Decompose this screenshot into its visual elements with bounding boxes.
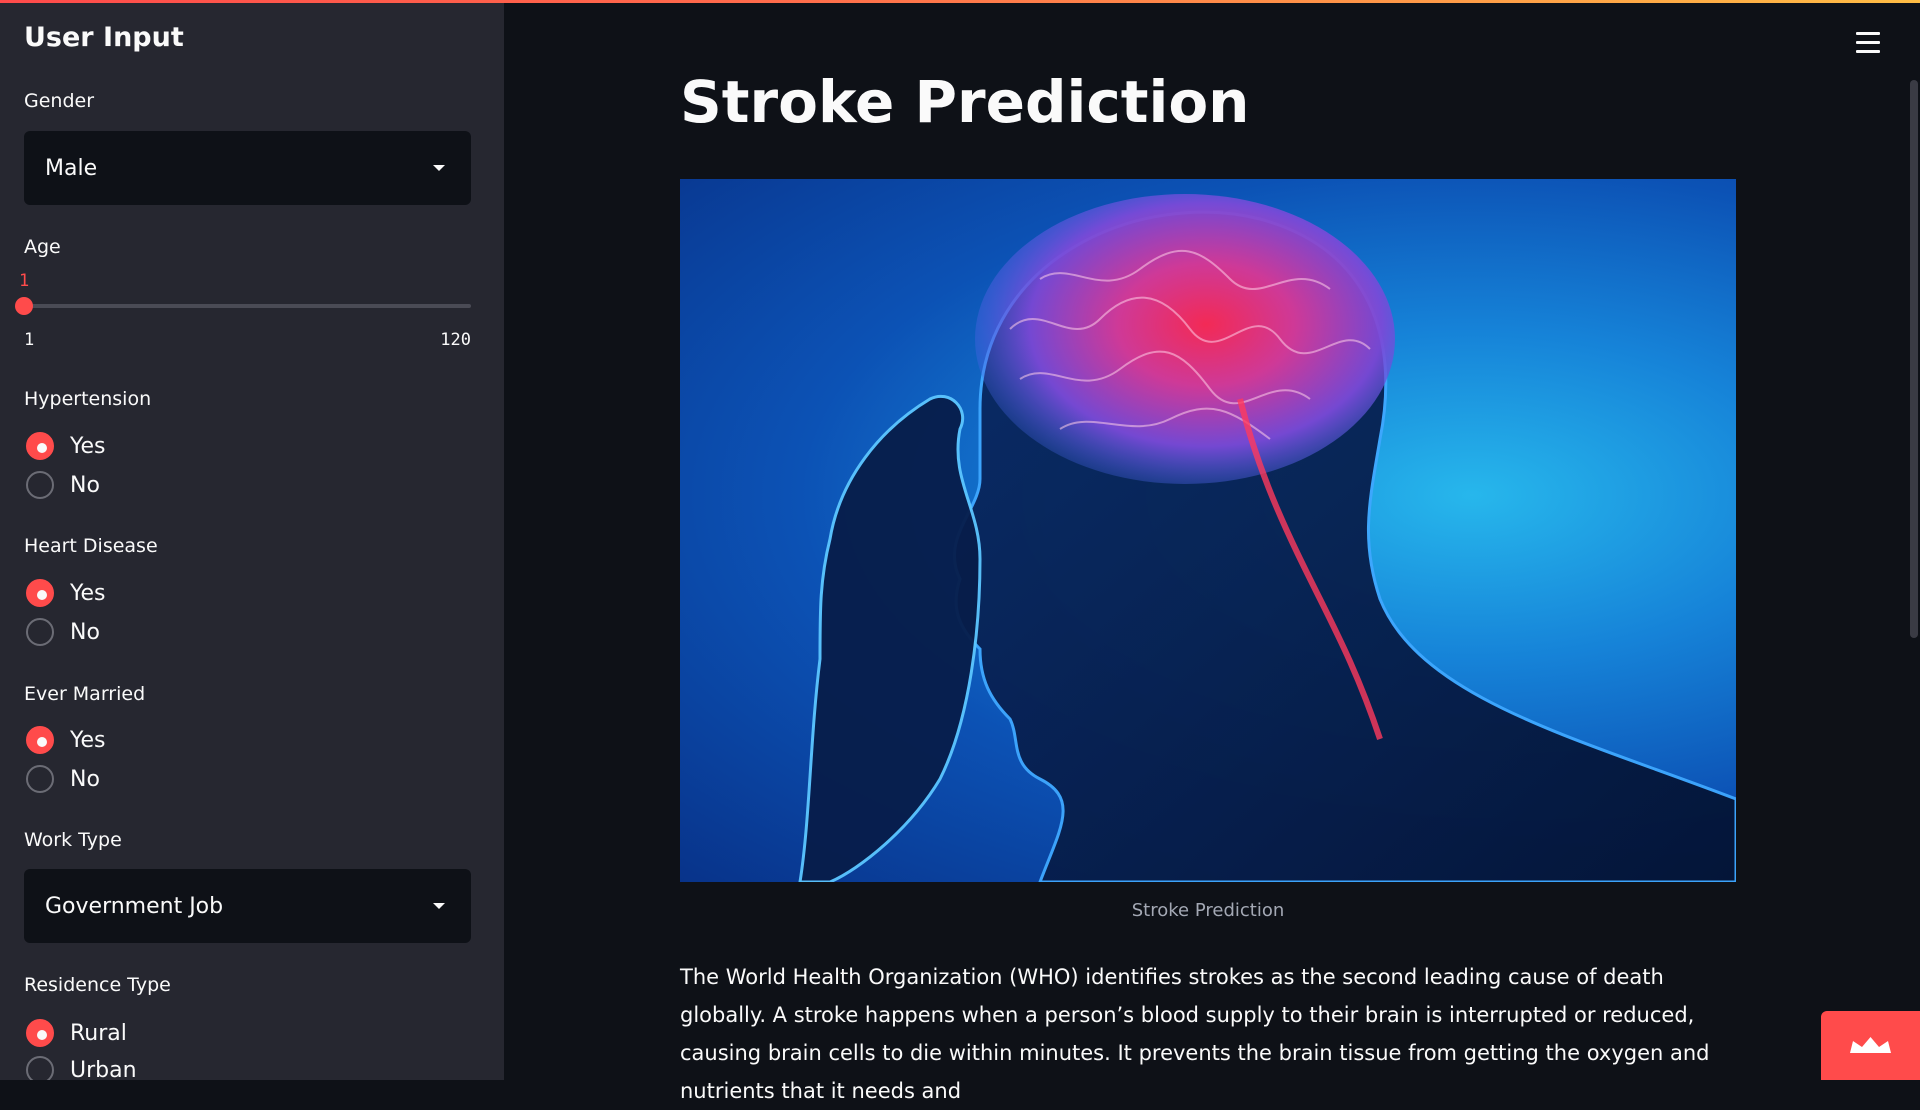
stroke-illustration-image bbox=[680, 179, 1736, 882]
work-type-select-value: Government Job bbox=[45, 893, 224, 919]
radio-unselected-icon bbox=[26, 618, 54, 646]
radio-label: No bbox=[70, 766, 100, 792]
radio-unselected-icon bbox=[26, 765, 54, 793]
age-slider[interactable] bbox=[15, 297, 471, 315]
age-slider-min: 1 bbox=[24, 330, 35, 350]
work-type-label: Work Type bbox=[24, 829, 122, 851]
intro-paragraph: The World Health Organization (WHO) iden… bbox=[680, 965, 1710, 1103]
radio-label: Yes bbox=[70, 433, 106, 459]
sidebar-title: User Input bbox=[24, 22, 184, 53]
radio-label: No bbox=[70, 619, 100, 645]
page-title: Stroke Prediction bbox=[680, 68, 1250, 136]
hypertension-option-no[interactable]: No bbox=[26, 469, 100, 501]
radio-selected-icon bbox=[26, 1019, 54, 1047]
crown-icon bbox=[1850, 1037, 1891, 1053]
ever-married-label: Ever Married bbox=[24, 683, 146, 705]
age-slider-max: 120 bbox=[440, 330, 471, 350]
radio-label: Rural bbox=[70, 1020, 127, 1046]
gender-label: Gender bbox=[24, 90, 95, 112]
hypertension-label: Hypertension bbox=[24, 388, 152, 410]
hamburger-menu-icon[interactable] bbox=[1856, 32, 1882, 54]
age-slider-thumb[interactable] bbox=[15, 297, 33, 315]
ever-married-option-no[interactable]: No bbox=[26, 763, 100, 795]
heart-disease-option-no[interactable]: No bbox=[26, 616, 100, 648]
chevron-down-icon bbox=[433, 165, 445, 171]
chevron-down-icon bbox=[433, 903, 445, 909]
age-slider-value: 1 bbox=[19, 271, 30, 291]
hypertension-option-yes[interactable]: Yes bbox=[26, 430, 106, 462]
sidebar: User Input Gender Male Age 1 1 120 Hyper… bbox=[0, 0, 504, 1080]
ever-married-option-yes[interactable]: Yes bbox=[26, 724, 106, 756]
age-label: Age bbox=[24, 236, 61, 258]
brain-head-illustration bbox=[798, 194, 1736, 882]
gender-select-value: Male bbox=[45, 155, 98, 181]
radio-selected-icon bbox=[26, 579, 54, 607]
radio-label: Yes bbox=[70, 580, 106, 606]
radio-label: Urban bbox=[70, 1057, 137, 1081]
image-caption: Stroke Prediction bbox=[1131, 900, 1285, 921]
top-decoration-bar bbox=[0, 0, 1920, 3]
residence-type-label: Residence Type bbox=[24, 974, 171, 996]
radio-label: Yes bbox=[70, 727, 106, 753]
gender-select[interactable]: Male bbox=[24, 131, 471, 205]
work-type-select[interactable]: Government Job bbox=[24, 869, 471, 943]
radio-label: No bbox=[70, 472, 100, 498]
scrollbar[interactable] bbox=[1910, 80, 1918, 638]
radio-unselected-icon bbox=[26, 471, 54, 499]
heart-disease-label: Heart Disease bbox=[24, 535, 158, 557]
streamlit-badge[interactable] bbox=[1821, 1011, 1920, 1080]
radio-selected-icon bbox=[26, 726, 54, 754]
radio-selected-icon bbox=[26, 432, 54, 460]
residence-type-option-rural[interactable]: Rural bbox=[26, 1017, 127, 1049]
radio-unselected-icon bbox=[26, 1056, 54, 1080]
heart-disease-option-yes[interactable]: Yes bbox=[26, 577, 106, 609]
residence-type-option-urban[interactable]: Urban bbox=[26, 1054, 137, 1080]
